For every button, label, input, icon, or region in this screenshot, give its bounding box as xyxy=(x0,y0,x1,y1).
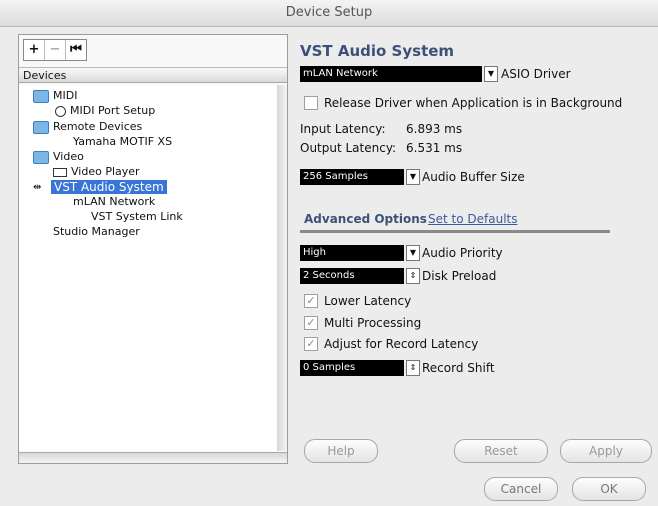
input-latency-value: 6.893 ms xyxy=(406,122,463,136)
tree-item-video[interactable]: Video xyxy=(33,150,84,164)
ok-button[interactable]: OK xyxy=(572,477,646,501)
disk-preload-select[interactable]: 2 Seconds xyxy=(300,268,404,284)
stepper-icon[interactable]: ⇕ xyxy=(406,360,420,376)
devices-toolbar: + − ⏮ xyxy=(23,39,87,61)
adjust-record-latency-label: Adjust for Record Latency xyxy=(324,337,479,351)
stepper-icon[interactable]: ⇕ xyxy=(406,268,420,284)
tab-advanced-options[interactable]: Advanced Options xyxy=(304,212,427,226)
tree-item-midi[interactable]: MIDI xyxy=(33,89,77,103)
chevron-down-icon[interactable]: ▼ xyxy=(406,245,420,261)
folder-icon xyxy=(33,120,49,134)
devices-pane: + − ⏮ Devices MIDI MIDI Port Setup Remot… xyxy=(18,34,288,464)
lower-latency-checkbox[interactable]: ✓ xyxy=(304,294,318,308)
tree-item-label: VST Audio System xyxy=(51,180,167,194)
lower-latency-label: Lower Latency xyxy=(324,294,412,308)
tree-item-label: Video xyxy=(53,150,84,163)
tree-item-label: Remote Devices xyxy=(53,120,143,133)
tree-item-mlan-network[interactable]: mLAN Network xyxy=(73,195,155,209)
disk-preload-label: Disk Preload xyxy=(422,269,497,283)
folder-icon xyxy=(33,150,49,164)
release-driver-checkbox[interactable] xyxy=(304,96,318,110)
port-icon xyxy=(55,105,66,117)
input-latency-label: Input Latency: xyxy=(300,122,386,136)
tree-item-vst-audio-system[interactable]: ⇹ VST Audio System xyxy=(33,180,167,194)
multi-processing-checkbox[interactable]: ✓ xyxy=(304,316,318,330)
help-button[interactable]: Help xyxy=(304,439,378,463)
remove-device-button[interactable]: − xyxy=(45,40,66,60)
apply-button[interactable]: Apply xyxy=(560,439,652,463)
devices-header: Devices xyxy=(19,67,287,83)
asio-driver-select[interactable]: mLAN Network xyxy=(300,66,482,82)
tree-item-label: MIDI xyxy=(53,89,78,102)
tree-item-label: Video Player xyxy=(71,165,140,178)
window-title: Device Setup xyxy=(0,0,658,27)
devices-tree: MIDI MIDI Port Setup Remote Devices Yama… xyxy=(19,85,278,451)
tree-item-label: Studio Manager xyxy=(53,225,140,238)
tree-item-label: VST System Link xyxy=(91,210,183,223)
tree-item-label: MIDI Port Setup xyxy=(70,104,156,117)
output-latency-value: 6.531 ms xyxy=(406,141,463,155)
tree-item-studio-manager[interactable]: Studio Manager xyxy=(53,225,140,239)
record-shift-label: Record Shift xyxy=(422,361,495,375)
tree-item-vst-system-link[interactable]: VST System Link xyxy=(91,210,183,224)
chevron-down-icon[interactable]: ▼ xyxy=(484,66,498,82)
cancel-button[interactable]: Cancel xyxy=(484,477,558,501)
vertical-scrollbar[interactable] xyxy=(277,85,287,451)
tree-item-label: Yamaha MOTIF XS xyxy=(73,135,173,148)
reset-button[interactable]: Reset xyxy=(454,439,548,463)
tree-item-video-player[interactable]: Video Player xyxy=(53,165,140,179)
set-to-defaults-link[interactable]: Set to Defaults xyxy=(428,212,517,226)
tab-divider xyxy=(300,230,610,233)
tree-item-midi-port-setup[interactable]: MIDI Port Setup xyxy=(55,104,155,118)
audio-priority-label: Audio Priority xyxy=(422,246,503,260)
audio-priority-select[interactable]: High xyxy=(300,245,404,261)
output-latency-label: Output Latency: xyxy=(300,141,397,155)
add-device-button[interactable]: + xyxy=(24,40,45,60)
audio-connector-icon: ⇹ xyxy=(33,182,42,193)
record-shift-input[interactable]: 0 Samples xyxy=(300,360,404,376)
panel-title: VST Audio System xyxy=(300,42,455,60)
asio-driver-label: ASIO Driver xyxy=(501,67,571,81)
horizontal-scrollbar[interactable] xyxy=(19,452,287,463)
video-icon xyxy=(53,167,67,177)
tree-item-remote-devices[interactable]: Remote Devices xyxy=(33,120,142,134)
settings-panel: VST Audio System mLAN Network ▼ ASIO Dri… xyxy=(300,34,640,464)
release-driver-label: Release Driver when Application is in Ba… xyxy=(324,96,623,110)
chevron-down-icon[interactable]: ▼ xyxy=(406,169,420,185)
tree-item-label: mLAN Network xyxy=(73,195,156,208)
folder-icon xyxy=(33,89,49,103)
buffer-size-label: Audio Buffer Size xyxy=(422,170,525,184)
tree-item-yamaha-motif[interactable]: Yamaha MOTIF XS xyxy=(73,135,172,149)
buffer-size-select[interactable]: 256 Samples xyxy=(300,169,404,185)
reset-device-button[interactable]: ⏮ xyxy=(66,40,86,60)
adjust-record-latency-checkbox[interactable]: ✓ xyxy=(304,337,318,351)
multi-processing-label: Multi Processing xyxy=(324,316,422,330)
